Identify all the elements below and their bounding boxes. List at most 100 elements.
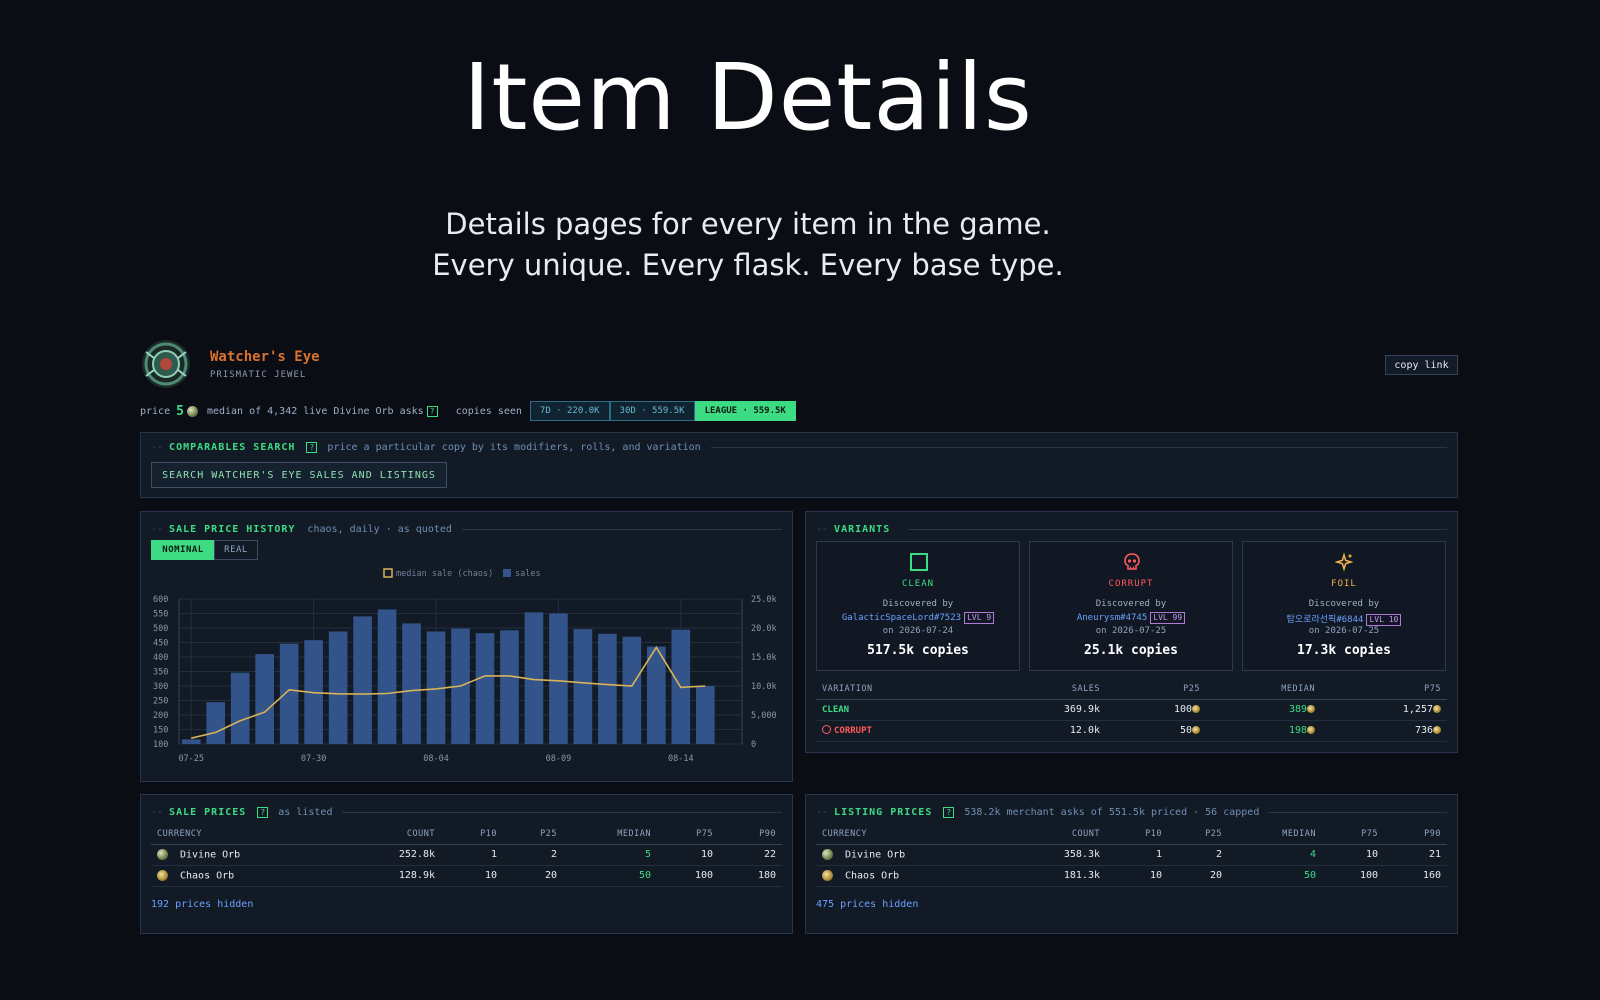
listing-prices-hidden-link[interactable]: 475 prices hidden [816,899,918,910]
y-tick-label: 250 [153,697,168,707]
y-tick-label: 100 [153,740,168,750]
listing-prices-header: -- LISTING PRICES ? 538.2k merchant asks… [816,807,1447,818]
variation-name: CORRUPT [816,720,996,742]
col-p25: P25 [1106,679,1206,700]
y2-tick-label: 25.0k [751,595,777,605]
variant-name: CLEAN [901,579,935,589]
discovered-label: Discovered by [1308,599,1380,609]
table-row[interactable]: Divine Orb 252.8k 1 2 5 10 22 [151,844,782,866]
table-row[interactable]: Divine Orb 358.3k 1 2 4 10 21 [816,844,1447,866]
y-tick-label: 350 [153,668,168,678]
chaos-orb-icon [1307,705,1315,713]
discoverer-name[interactable]: 탑오로라선픽#6844 [1287,615,1364,625]
y-tick-label: 150 [153,726,168,736]
copies-tab-30d[interactable]: 30D · 559.5K [609,401,695,421]
table-row[interactable]: CLEAN 369.9k 100 389 1,257 [816,699,1447,721]
help-icon[interactable]: ? [426,405,438,417]
discoverer: GalacticSpaceLord#7523 LVL 9 [817,612,1019,624]
y2-tick-label: 20.0k [751,624,777,634]
table-row[interactable]: Chaos Orb 128.9k 10 20 50 100 180 [151,865,782,887]
y2-tick-label: 10.0k [751,682,777,692]
listing-prices-title: LISTING PRICES [834,807,933,818]
skull-icon [822,725,831,734]
chaos-orb-icon [1307,726,1315,734]
discovered-date: on 2026-07-24 [882,626,954,636]
col-median: MEDIAN [1206,679,1321,700]
listing-prices-panel: -- LISTING PRICES ? 538.2k merchant asks… [805,794,1458,934]
y-tick-label: 300 [153,682,168,692]
help-icon[interactable]: ? [257,807,269,818]
history-header: -- SALE PRICE HISTORY chaos, daily · as … [151,524,782,535]
sale-price-history-panel: -- SALE PRICE HISTORY chaos, daily · as … [140,511,793,782]
price-row: price 5 median of 4,342 live Divine Orb … [140,401,796,421]
sales-bar [181,739,201,744]
variant-card-corrupt[interactable]: CORRUPT Discovered by Aneurysm#4745 LVL 9… [1029,541,1233,671]
discovered-date: on 2026-07-25 [1308,626,1380,636]
price-note: median of 4,342 live Divine Orb asks [206,405,424,417]
chaos-orb-icon [1433,726,1441,734]
variant-card-clean[interactable]: CLEAN Discovered by GalacticSpaceLord#75… [816,541,1020,671]
sales-bar [695,686,715,744]
sales-bar [279,643,299,744]
table-row[interactable]: Chaos Orb 181.3k 10 20 50 100 160 [816,865,1447,887]
sales-bar [353,616,372,744]
skull-icon [1124,553,1140,570]
variants-header: -- VARIANTS [816,524,1447,535]
divine-orb-icon [186,405,198,417]
variation-name: CLEAN [816,699,996,721]
col-variation: VARIATION [816,679,996,700]
chaos-orb-icon [1192,726,1200,734]
y2-tick-label: 0 [751,740,756,750]
level-badge: LVL 9 [964,612,995,624]
listing-prices-hint: 538.2k merchant asks of 551.5k priced · … [964,807,1260,818]
sales-bar [255,654,274,744]
copy-link-button[interactable]: copy link [1385,355,1458,375]
x-tick-label: 08-04 [423,754,449,764]
copies-tab-league[interactable]: LEAGUE · 559.5K [694,401,796,421]
hero-subtitle-line-2: Every unique. Every flask. Every base ty… [432,248,1064,282]
sparkle-icon [1335,552,1354,572]
sales-bar [328,631,348,744]
search-comparables-button[interactable]: SEARCH WATCHER'S EYE SALES AND LISTINGS [151,462,447,488]
col-p75: P75 [1321,679,1447,700]
discoverer: Aneurysm#4745 LVL 99 [1030,612,1232,624]
sale-prices-panel: -- SALE PRICES ? as listed CURRENCY COUN… [140,794,793,934]
discovered-label: Discovered by [1095,599,1167,609]
square-icon [910,553,928,571]
table-header-row: VARIATION SALES P25 MEDIAN P75 [816,679,1447,700]
hero-title: Item Details [463,44,1033,151]
x-tick-label: 07-30 [301,754,327,764]
discoverer-name[interactable]: GalacticSpaceLord#7523 [842,613,961,623]
help-icon[interactable]: ? [306,442,318,453]
divine-orb-icon [822,848,833,860]
table-row[interactable]: CORRUPT 12.0k 50 198 736 [816,720,1447,742]
discoverer-name[interactable]: Aneurysm#4745 [1077,613,1147,623]
sales-bar [500,630,519,744]
y-tick-label: 550 [153,610,168,620]
copies-tab-7d[interactable]: 7D · 220.0K [529,401,610,421]
variant-name: CORRUPT [1108,579,1154,589]
level-badge: LVL 10 [1366,614,1402,626]
y-tick-label: 400 [153,653,168,663]
listing-prices-table: CURRENCY COUNT P10 P25 MEDIAN P75 P90 Di… [816,824,1447,887]
x-tick-label: 07-25 [178,754,204,764]
variant-card-foil[interactable]: FOIL Discovered by 탑오로라선픽#6844 LVL 10 on … [1242,541,1446,671]
divine-orb-icon [157,848,168,860]
variant-copies: 25.1k copies [1084,643,1178,658]
sale-price-history-chart: 600 550 500 450 400 350 300 250 200 150 100 25.0k 20… [153,568,777,764]
price-value: 5 [176,403,184,419]
chaos-orb-icon [157,869,168,881]
sales-bar [647,646,666,744]
x-tick-label: 08-09 [546,754,572,764]
variant-copies: 517.5k copies [867,643,969,658]
sales-bar [402,623,421,744]
sale-prices-hidden-link[interactable]: 192 prices hidden [151,899,253,910]
sales-bar [230,672,250,744]
comparables-panel: -- COMPARABLES SEARCH ? price a particul… [140,432,1458,498]
y-tick-label: 450 [153,639,168,649]
chaos-orb-icon [1192,705,1200,713]
sales-bar [206,702,226,744]
sales-bar [598,633,617,744]
help-icon[interactable]: ? [943,807,955,818]
discovered-label: Discovered by [882,599,954,609]
